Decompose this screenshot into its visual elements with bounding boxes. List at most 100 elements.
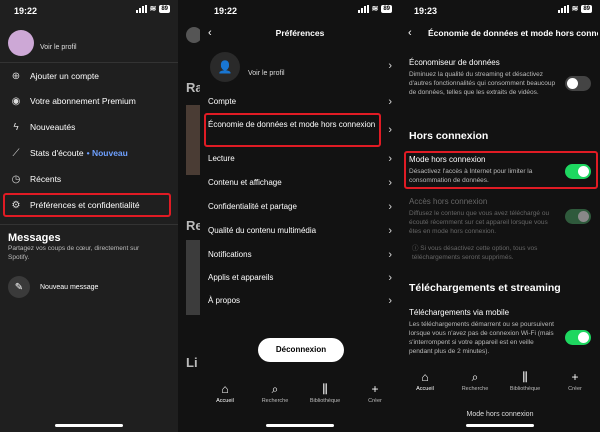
chevron-right-icon: ›	[388, 295, 392, 307]
plus-icon: +	[571, 370, 579, 384]
highlight-box	[404, 151, 598, 189]
new-message-button[interactable]: ✎ Nouveau message	[8, 276, 168, 298]
compose-icon: ✎	[8, 276, 30, 298]
section-title-peek: Ra	[186, 80, 200, 95]
battery-icon: 89	[159, 5, 170, 13]
avatar	[8, 30, 34, 56]
header: ‹ Économie de données et mode hors conne…	[400, 27, 600, 42]
profile-link[interactable]: Voir le profil	[8, 30, 168, 56]
logout-button[interactable]: Déconnexion	[258, 338, 344, 362]
menu-item-stats[interactable]: ⟋ Stats d'écoute • Nouveau	[8, 143, 172, 163]
nav-search[interactable]: ⌕ Recherche	[250, 382, 300, 422]
plus-circle-icon: ⊕	[11, 70, 21, 82]
nav-library[interactable]: ⫼ Bibliothèque	[500, 370, 550, 410]
divider	[0, 62, 178, 63]
chevron-right-icon: ›	[388, 201, 392, 213]
clock-icon: ◷	[11, 173, 21, 185]
lightning-icon: ϟ	[13, 121, 19, 133]
new-badge: • Nouveau	[86, 148, 128, 158]
pref-item-playback[interactable]: Lecture ›	[208, 152, 392, 166]
home-icon: ⌂	[421, 370, 429, 384]
status-time: 19:22	[14, 6, 38, 16]
data-saver-toggle[interactable]	[565, 76, 591, 91]
wifi-icon: ≋	[571, 4, 579, 13]
home-feed-peek: Ra Re Li	[178, 0, 200, 432]
status-time: 19:23	[414, 6, 438, 16]
plus-icon: +	[371, 382, 379, 396]
section-title-peek: Li	[186, 355, 198, 370]
search-icon: ⌕	[471, 370, 479, 384]
pref-item-account[interactable]: Compte ›	[208, 95, 392, 109]
album-thumbnail	[186, 240, 200, 315]
nav-library[interactable]: ⫼ Bibliothèque	[300, 382, 350, 422]
spotify-icon: ◉	[11, 95, 21, 107]
nav-home[interactable]: ⌂ Accueil	[400, 370, 450, 410]
menu-item-add-account[interactable]: ⊕ Ajouter un compte	[8, 66, 172, 86]
nav-create[interactable]: + Créer	[350, 382, 400, 422]
menu-item-whats-new[interactable]: ϟ Nouveautés	[8, 117, 172, 137]
chevron-right-icon: ›	[388, 96, 392, 108]
bottom-nav: ⌂ Accueil ⌕ Recherche ⫼ Bibliothèque + Créer	[400, 370, 600, 410]
library-icon: ⫼	[522, 370, 528, 384]
home-indicator	[266, 424, 334, 427]
pref-item-about[interactable]: À propos ›	[208, 294, 392, 308]
chevron-right-icon: ›	[388, 225, 392, 237]
nav-home[interactable]: ⌂ Accueil	[200, 382, 250, 422]
pref-item-apps-devices[interactable]: Applis et appareils ›	[208, 271, 392, 285]
status-bar: 19:23 ≋ 89	[400, 0, 600, 22]
mobile-downloads-toggle[interactable]	[565, 330, 591, 345]
data-saver-description: Diminuez la qualité du streaming et désa…	[409, 71, 556, 96]
nav-create[interactable]: + Créer	[550, 370, 600, 410]
status-bar: 19:22 ≋ 89	[200, 0, 400, 22]
messages-description: Partagez vos coups de cœur, directement …	[8, 245, 140, 261]
offline-access-description: Diffusez le contenu que vous avez téléch…	[409, 210, 550, 235]
mobile-downloads-title: Téléchargements via mobile	[409, 308, 510, 317]
data-saver-title: Économiseur de données	[409, 58, 500, 67]
back-icon[interactable]: ‹	[208, 27, 212, 39]
status-bar: 19:22 ≋ 89	[0, 0, 178, 22]
pref-item-content-display[interactable]: Contenu et affichage ›	[208, 176, 392, 190]
chevron-right-icon: ›	[388, 249, 392, 261]
section-title-peek: Re	[186, 218, 200, 233]
profile-label: Voir le profil	[40, 44, 77, 51]
offline-access-toggle[interactable]	[565, 209, 591, 224]
screen-data-saving: 19:23 ≋ 89 ‹ Économie de données et mode …	[400, 0, 600, 432]
offline-access-note: ⓘ Si vous désactivez cette option, tous …	[412, 245, 538, 261]
menu-item-recents[interactable]: ◷ Récents	[8, 169, 172, 189]
screen-menu: Ra Re Li 19:22 ≋ 89 Voir le profil ⊕ Ajout…	[0, 0, 200, 432]
pref-item-media-quality[interactable]: Qualité du contenu multimédia ›	[208, 224, 392, 238]
profile-link[interactable]: 👤 Voir le profil ›	[208, 52, 392, 84]
header: ‹ Préférences	[200, 27, 400, 42]
wifi-icon: ≋	[371, 4, 379, 13]
signal-icon	[557, 5, 569, 13]
battery-icon: 89	[381, 5, 392, 13]
offline-mode-banner: Mode hors connexion	[466, 411, 534, 418]
back-icon[interactable]: ‹	[408, 27, 412, 39]
status-time: 19:22	[214, 6, 238, 16]
bottom-nav: ⌂ Accueil ⌕ Recherche ⫼ Bibliothèque + Créer	[200, 382, 400, 422]
pref-item-notifications[interactable]: Notifications ›	[208, 248, 392, 262]
stats-icon: ⟋	[12, 147, 20, 159]
page-title: Économie de données et mode hors connexi…	[428, 28, 598, 38]
wifi-icon: ≋	[149, 4, 157, 13]
highlight-box	[204, 113, 381, 147]
profile-label: Voir le profil	[248, 70, 285, 77]
user-icon: 👤	[210, 52, 240, 82]
highlight-box	[3, 193, 171, 217]
downloads-heading: Téléchargements et streaming	[409, 282, 561, 294]
offline-heading: Hors connexion	[409, 130, 489, 142]
chevron-right-icon: ›	[388, 272, 392, 284]
pref-item-privacy[interactable]: Confidentialité et partage ›	[208, 200, 392, 214]
messages-heading: Messages	[8, 232, 61, 244]
menu-item-premium[interactable]: ◉ Votre abonnement Premium	[8, 91, 172, 111]
search-icon: ⌕	[271, 382, 279, 396]
chevron-right-icon: ›	[388, 60, 392, 72]
nav-search[interactable]: ⌕ Recherche	[450, 370, 500, 410]
library-icon: ⫼	[322, 382, 328, 396]
chevron-right-icon: ›	[388, 124, 392, 136]
mobile-downloads-description: Les téléchargements démarrent ou se pour…	[409, 321, 554, 355]
chevron-right-icon: ›	[388, 177, 392, 189]
chevron-right-icon: ›	[388, 153, 392, 165]
new-message-label: Nouveau message	[40, 283, 99, 291]
side-drawer: 19:22 ≋ 89 Voir le profil ⊕ Ajouter un com…	[0, 0, 178, 432]
